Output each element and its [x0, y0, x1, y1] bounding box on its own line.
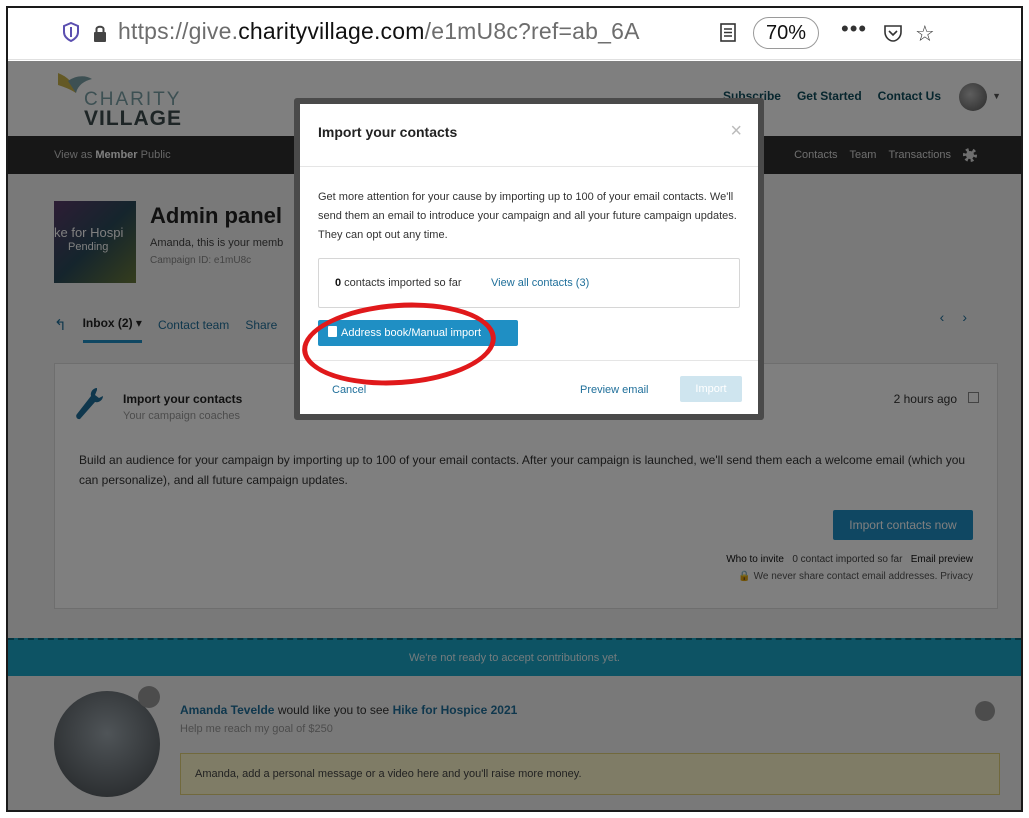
- divider: [300, 166, 758, 167]
- import-button[interactable]: Import: [680, 376, 742, 402]
- browser-window: https://give.charityvillage.com/e1mU8c?r…: [6, 6, 1023, 812]
- cancel-button[interactable]: Cancel: [332, 384, 366, 396]
- close-icon[interactable]: ×: [730, 120, 742, 143]
- preview-email-button[interactable]: Preview email: [580, 384, 648, 396]
- shield-icon[interactable]: [62, 22, 80, 42]
- zoom-level-button[interactable]: 70%: [753, 17, 819, 49]
- pocket-icon[interactable]: [883, 23, 903, 43]
- bookmark-star-icon[interactable]: ☆: [915, 21, 935, 47]
- more-actions-icon[interactable]: •••: [841, 16, 867, 42]
- modal-title: Import your contacts: [318, 124, 458, 140]
- url-bar[interactable]: https://give.charityvillage.com/e1mU8c?r…: [8, 8, 1021, 60]
- imported-count: 0 contacts imported so far: [335, 277, 462, 289]
- reader-view-icon[interactable]: [720, 23, 736, 42]
- view-all-contacts-link[interactable]: View all contacts (3): [491, 277, 589, 289]
- lock-icon[interactable]: [92, 23, 108, 43]
- import-status-box: 0 contacts imported so far View all cont…: [318, 258, 740, 308]
- url-text[interactable]: https://give.charityvillage.com/e1mU8c?r…: [118, 18, 640, 45]
- modal-description: Get more attention for your cause by imp…: [318, 191, 737, 241]
